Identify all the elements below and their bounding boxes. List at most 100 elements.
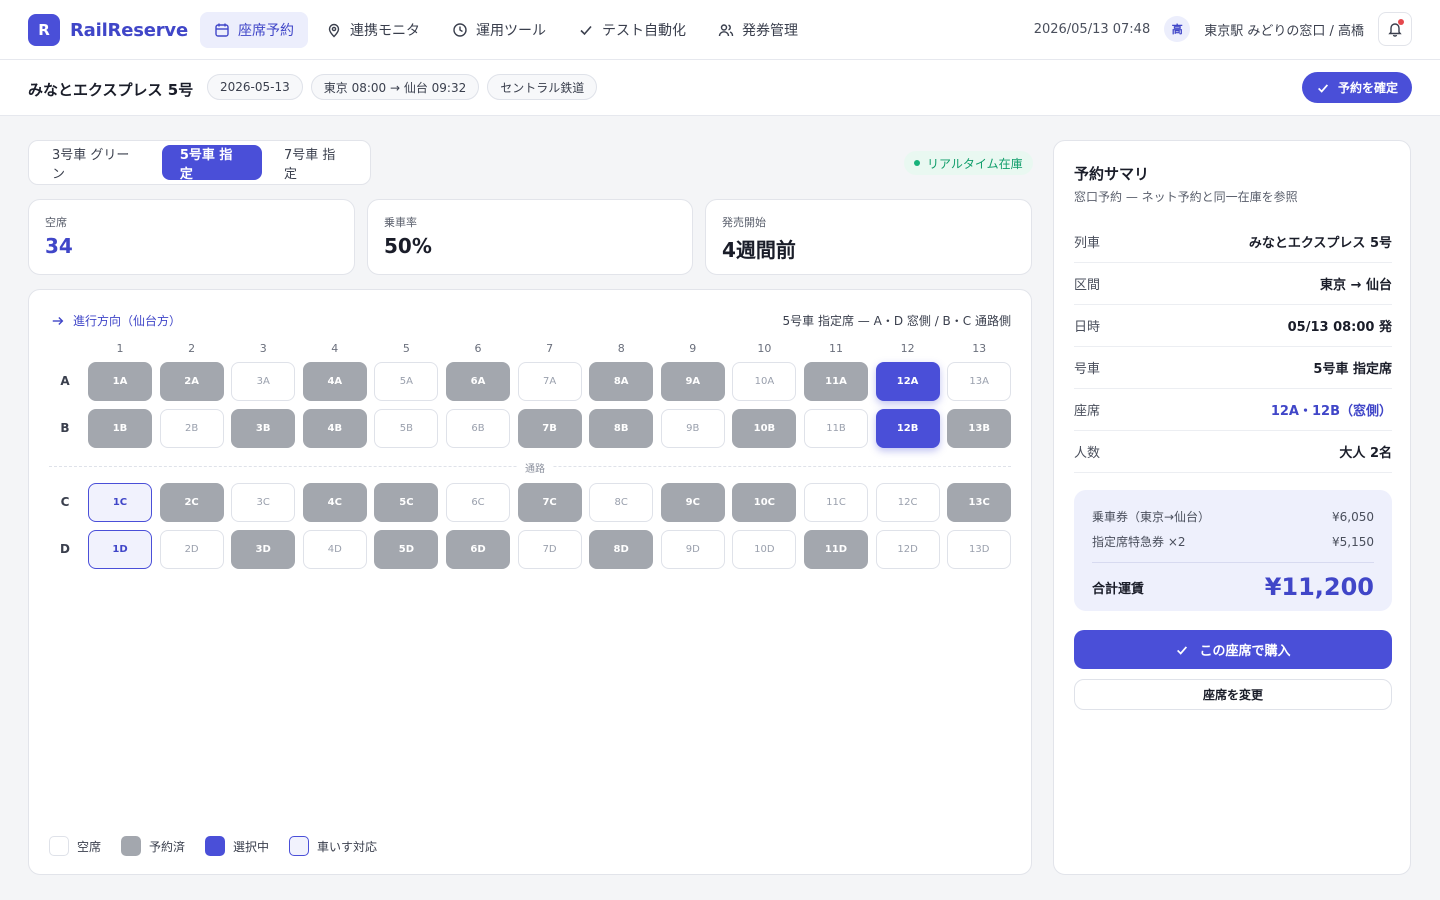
- seat-11a[interactable]: 11A: [804, 362, 868, 401]
- seat-5d[interactable]: 5D: [374, 530, 439, 569]
- seat-11d[interactable]: 11D: [804, 530, 868, 569]
- seat-7b[interactable]: 7B: [517, 409, 582, 448]
- train-header: みなとエクスプレス 5号 2026-05-13 東京 08:00 → 仙台 09…: [0, 60, 1440, 116]
- notification-button[interactable]: [1378, 12, 1412, 46]
- legend-swatch: [121, 836, 142, 856]
- nav-label: テスト自動化: [602, 23, 686, 39]
- tab-car-5[interactable]: 5号車 指定: [161, 145, 262, 182]
- nav-item-ops-tools[interactable]: 運用ツール: [438, 12, 560, 48]
- seat-3a[interactable]: 3A: [231, 362, 296, 401]
- seat-10a[interactable]: 10A: [732, 362, 797, 401]
- seat-3b[interactable]: 3B: [231, 409, 296, 448]
- status-dot-icon: [914, 160, 920, 166]
- stat-label: 空席: [45, 216, 67, 229]
- seat-8b[interactable]: 8B: [589, 409, 654, 448]
- seat-13c[interactable]: 13C: [947, 483, 1012, 522]
- seat-9a[interactable]: 9A: [660, 362, 725, 401]
- column-number: 12: [900, 342, 915, 355]
- stat-value: 4週間前: [722, 238, 796, 262]
- train-chips: 2026-05-13 東京 08:00 → 仙台 09:32 セントラル鉄道: [207, 74, 598, 100]
- legend-item-wheel: 車いす対応: [289, 836, 377, 856]
- seat-12a[interactable]: 12A: [875, 362, 940, 401]
- seat-2d[interactable]: 2D: [159, 530, 224, 569]
- seat-6a[interactable]: 6A: [446, 362, 510, 401]
- arrow-right-icon: [52, 316, 64, 325]
- seat-1a[interactable]: 1A: [88, 362, 152, 401]
- seat-12d[interactable]: 12D: [875, 530, 940, 569]
- seat-7d[interactable]: 7D: [517, 530, 582, 569]
- seat-8c[interactable]: 8C: [589, 483, 654, 522]
- seat-9d[interactable]: 9D: [660, 530, 725, 569]
- seat-3d[interactable]: 3D: [231, 530, 296, 569]
- seat-7c[interactable]: 7C: [517, 483, 582, 522]
- summary-title: 予約サマリ: [1074, 165, 1150, 183]
- legend-swatch: [49, 836, 69, 856]
- nav-label: 座席予約: [238, 23, 294, 39]
- seat-1b[interactable]: 1B: [88, 409, 152, 448]
- seat-2c[interactable]: 2C: [159, 483, 224, 522]
- seat-4b[interactable]: 4B: [302, 409, 367, 448]
- seat-12b[interactable]: 12B: [875, 409, 940, 448]
- seat-9c[interactable]: 9C: [660, 483, 725, 522]
- fare-box: 乗車券（東京→仙台） ¥6,050 指定席特急券 ×2 ¥5,150 合計運賃 …: [1074, 490, 1392, 611]
- nav-item-seat-booking[interactable]: 座席予約: [200, 12, 308, 48]
- stat-value: 50%: [384, 234, 432, 258]
- seat-8d[interactable]: 8D: [589, 530, 654, 569]
- tab-car-3[interactable]: 3号車 グリーン: [34, 145, 158, 182]
- seat-6b[interactable]: 6B: [446, 409, 510, 448]
- seat-5a[interactable]: 5A: [374, 362, 439, 401]
- fare-total: 合計運賃 ¥11,200: [1092, 562, 1374, 601]
- purchase-button[interactable]: この座席で購入: [1074, 630, 1392, 669]
- main-nav: 座席予約 連携モニタ 運用ツール テスト自動化 発券管理: [200, 12, 812, 48]
- summary-value: 5号車 指定席: [1313, 362, 1392, 377]
- seat-6d[interactable]: 6D: [446, 530, 510, 569]
- purchase-label: この座席で購入: [1199, 644, 1291, 659]
- column-number: 6: [474, 342, 482, 355]
- brand[interactable]: R RailReserve: [28, 14, 188, 46]
- seat-1d[interactable]: 1D: [88, 530, 152, 569]
- seat-4d[interactable]: 4D: [302, 530, 367, 569]
- tab-car-7[interactable]: 7号車 指定: [266, 145, 365, 182]
- seat-4c[interactable]: 4C: [302, 483, 367, 522]
- seat-map: 進行方向（仙台方） 5号車 指定席 — A・D 窓側 / B・C 通路側 通路 …: [28, 289, 1032, 875]
- seat-12c[interactable]: 12C: [875, 483, 940, 522]
- legend-item-booked: 予約済: [121, 836, 185, 856]
- seat-13a[interactable]: 13A: [947, 362, 1012, 401]
- fare-line-base: 乗車券（東京→仙台） ¥6,050: [1092, 504, 1374, 529]
- avatar[interactable]: 高: [1164, 16, 1191, 42]
- seat-4a[interactable]: 4A: [302, 362, 367, 401]
- seat-10b[interactable]: 10B: [732, 409, 797, 448]
- seat-2a[interactable]: 2A: [159, 362, 224, 401]
- nav-label: 連携モニタ: [350, 23, 420, 39]
- seat-11c[interactable]: 11C: [804, 483, 868, 522]
- summary-key: 区間: [1074, 278, 1101, 293]
- fare-label: 乗車券（東京→仙台）: [1092, 510, 1211, 524]
- seat-2b[interactable]: 2B: [159, 409, 224, 448]
- nav-item-integration-monitor[interactable]: 連携モニタ: [312, 12, 434, 48]
- seat-6c[interactable]: 6C: [446, 483, 510, 522]
- seat-8a[interactable]: 8A: [589, 362, 654, 401]
- seat-1c[interactable]: 1C: [88, 483, 152, 522]
- summary-value: 大人 2名: [1339, 446, 1392, 461]
- seat-9b[interactable]: 9B: [660, 409, 725, 448]
- seat-7a[interactable]: 7A: [517, 362, 582, 401]
- seat-3c[interactable]: 3C: [231, 483, 296, 522]
- nav-item-test-automation[interactable]: テスト自動化: [564, 12, 700, 48]
- seat-5b[interactable]: 5B: [374, 409, 439, 448]
- seat-10d[interactable]: 10D: [732, 530, 797, 569]
- row-label: C: [60, 495, 70, 509]
- confirm-booking-button[interactable]: 予約を確定: [1301, 72, 1412, 103]
- summary-key: 人数: [1074, 446, 1101, 461]
- nav-item-ticket-management[interactable]: 発券管理: [704, 12, 812, 48]
- summary-value: 05/13 08:00 発: [1287, 320, 1392, 335]
- seat-5c[interactable]: 5C: [374, 483, 439, 522]
- check-icon: [1177, 645, 1188, 655]
- seat-13b[interactable]: 13B: [947, 409, 1012, 448]
- seat-13d[interactable]: 13D: [947, 530, 1012, 569]
- summary-row: 人数 大人 2名: [1074, 431, 1392, 473]
- seat-10c[interactable]: 10C: [732, 483, 797, 522]
- change-seat-button[interactable]: 座席を変更: [1074, 679, 1392, 710]
- legend-label: 選択中: [233, 839, 270, 854]
- check-icon: [1317, 83, 1329, 93]
- seat-11b[interactable]: 11B: [804, 409, 868, 448]
